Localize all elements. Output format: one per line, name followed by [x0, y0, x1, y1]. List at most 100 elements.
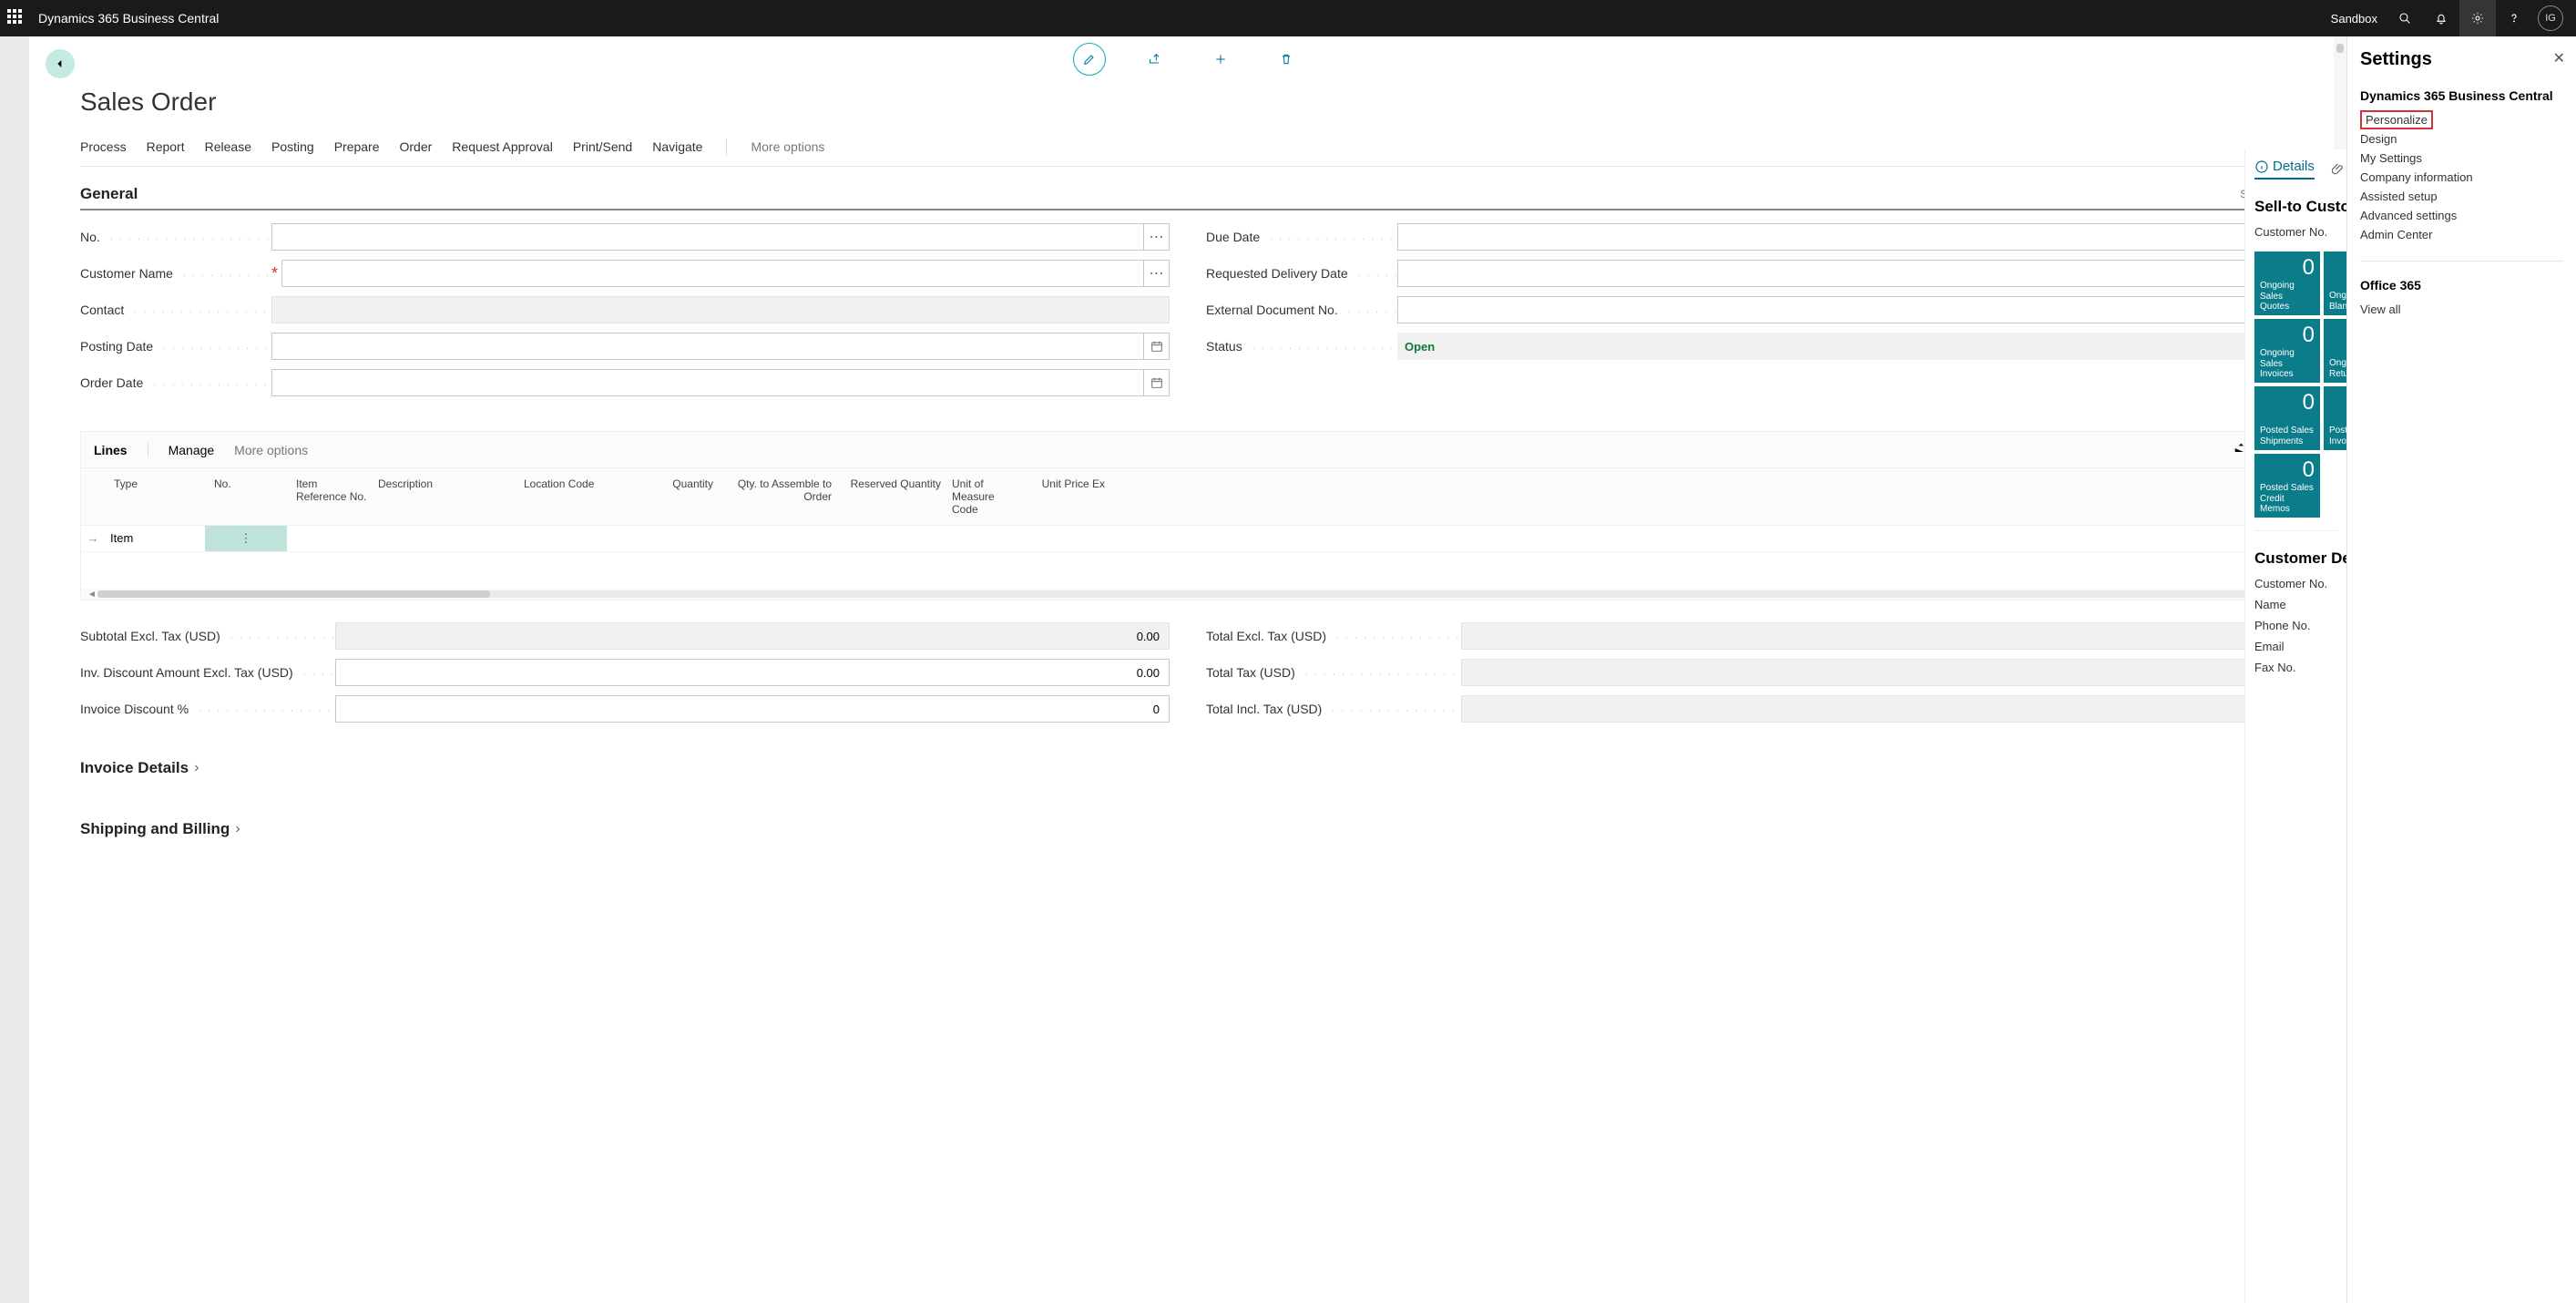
- factbox-tab-attachments[interactable]: At: [2331, 161, 2346, 177]
- settings-link-design[interactable]: Design: [2360, 129, 2563, 149]
- cmd-navigate[interactable]: Navigate: [652, 139, 702, 154]
- cmd-prepare[interactable]: Prepare: [334, 139, 380, 154]
- back-button[interactable]: [46, 49, 75, 78]
- input-posting-date[interactable]: [271, 333, 1144, 360]
- calendar-icon[interactable]: [1144, 369, 1170, 396]
- cmd-more-options[interactable]: More options: [751, 139, 824, 154]
- settings-link-advanced[interactable]: Advanced settings: [2360, 206, 2563, 225]
- input-inv-disc-pct[interactable]: [335, 695, 1170, 723]
- cmd-process[interactable]: Process: [80, 139, 127, 154]
- app-launcher-icon[interactable]: [7, 9, 26, 27]
- section-general-title[interactable]: General: [80, 185, 138, 203]
- calendar-icon[interactable]: [1144, 333, 1170, 360]
- cell-qty-assemble[interactable]: [715, 526, 833, 551]
- fb-field: Name: [2254, 598, 2337, 611]
- cmd-posting[interactable]: Posting: [271, 139, 314, 154]
- cmd-order[interactable]: Order: [400, 139, 433, 154]
- lines-row[interactable]: → Item ⋮: [81, 526, 2295, 552]
- cell-location[interactable]: [515, 526, 642, 551]
- share-icon[interactable]: [1139, 43, 1171, 76]
- col-quantity[interactable]: Quantity: [646, 474, 719, 519]
- delete-icon[interactable]: [1270, 43, 1303, 76]
- col-no[interactable]: No.: [209, 474, 291, 519]
- user-avatar[interactable]: IG: [2538, 5, 2563, 31]
- input-order-date[interactable]: [271, 369, 1144, 396]
- factbox-customer-details-heading[interactable]: Customer Details: [2254, 549, 2337, 568]
- separator: [726, 139, 727, 155]
- lines-hscrollbar[interactable]: ◄►: [81, 589, 2295, 600]
- close-icon[interactable]: ✕: [2553, 49, 2565, 67]
- settings-link-personalize[interactable]: Personalize: [2360, 110, 2433, 129]
- product-brand[interactable]: Dynamics 365 Business Central: [38, 11, 219, 26]
- tile-posted-credit-memos[interactable]: 0Posted Sales Credit Memos: [2254, 454, 2320, 518]
- col-description[interactable]: Description: [373, 474, 518, 519]
- command-bar: Process Report Release Posting Prepare O…: [80, 133, 2295, 167]
- col-location[interactable]: Location Code: [518, 474, 646, 519]
- edit-button[interactable]: [1073, 43, 1106, 76]
- input-due-date[interactable]: [1397, 223, 2270, 251]
- cell-item-ref[interactable]: [287, 526, 369, 551]
- section-general-header: General Show more: [80, 174, 2295, 210]
- tile-ongoing-blanket[interactable]: Ongoin Blanket: [2324, 251, 2346, 315]
- col-uom[interactable]: Unit of Measure Code: [946, 474, 1028, 519]
- invoice-details-title: Invoice Details: [80, 759, 189, 777]
- label-inv-disc-pct: Invoice Discount %: [80, 702, 335, 716]
- input-inv-disc-amt[interactable]: [335, 659, 1170, 686]
- settings-link-admin-center[interactable]: Admin Center: [2360, 225, 2563, 244]
- help-icon[interactable]: [2496, 0, 2532, 36]
- cmd-report[interactable]: Report: [147, 139, 185, 154]
- cell-description[interactable]: [369, 526, 515, 551]
- tile-ongoing-return[interactable]: Ongoin Return: [2324, 319, 2346, 383]
- tile-ongoing-quotes[interactable]: 0Ongoing Sales Quotes: [2254, 251, 2320, 315]
- page-card: Sales Order Process Report Release Posti…: [29, 36, 2346, 1303]
- cmd-release[interactable]: Release: [205, 139, 251, 154]
- lookup-customer-icon[interactable]: ⋯: [1144, 260, 1170, 287]
- col-type[interactable]: Type: [108, 474, 209, 519]
- section-invoice-details[interactable]: Invoice Details › No: [80, 732, 2295, 784]
- label-req-delivery: Requested Delivery Date: [1206, 266, 1397, 281]
- tile-posted-shipments[interactable]: 0Posted Sales Shipments: [2254, 386, 2320, 450]
- label-total-incl: Total Incl. Tax (USD): [1206, 702, 1461, 716]
- row-menu-icon[interactable]: ⋮: [205, 526, 287, 551]
- lines-manage[interactable]: Manage: [169, 443, 215, 457]
- cell-quantity[interactable]: [642, 526, 715, 551]
- new-icon[interactable]: [1204, 43, 1237, 76]
- input-ext-doc-no[interactable]: [1397, 296, 2295, 323]
- cmd-request-approval[interactable]: Request Approval: [452, 139, 553, 154]
- tile-ongoing-invoices[interactable]: 0Ongoing Sales Invoices: [2254, 319, 2320, 383]
- col-reserved[interactable]: Reserved Quantity: [837, 474, 946, 519]
- settings-link-view-all[interactable]: View all: [2360, 300, 2563, 319]
- cell-uom[interactable]: [943, 526, 1025, 551]
- factbox-tab-details[interactable]: Details: [2254, 159, 2315, 180]
- settings-icon[interactable]: [2459, 0, 2496, 36]
- col-item-ref[interactable]: Item Reference No.: [291, 474, 373, 519]
- col-unit-price[interactable]: Unit Price Ex: [1028, 474, 1110, 519]
- section-shipping-billing[interactable]: Shipping and Billing ›: [80, 784, 2295, 844]
- value-subtotal: [335, 622, 1170, 650]
- lines-title[interactable]: Lines: [94, 443, 128, 457]
- notifications-icon[interactable]: [2423, 0, 2459, 36]
- settings-link-my-settings[interactable]: My Settings: [2360, 149, 2563, 168]
- input-req-delivery[interactable]: [1397, 260, 2270, 287]
- fb-field: Email: [2254, 640, 2337, 653]
- search-icon[interactable]: [2387, 0, 2423, 36]
- col-qty-assemble[interactable]: Qty. to Assemble to Order: [719, 474, 837, 519]
- factbox-customer-no-label: Customer No.: [2254, 225, 2337, 239]
- input-contact[interactable]: [271, 296, 1170, 323]
- label-total-excl: Total Excl. Tax (USD): [1206, 629, 1461, 643]
- cell-unit-price[interactable]: [1025, 526, 1107, 551]
- tile-posted-invoice[interactable]: Posted Invoice: [2324, 386, 2346, 450]
- input-no[interactable]: [271, 223, 1144, 251]
- factbox-sellto-heading[interactable]: Sell-to Customer: [2254, 198, 2337, 216]
- label-no: No.: [80, 230, 271, 244]
- cell-reserved[interactable]: [833, 526, 943, 551]
- settings-link-company-info[interactable]: Company information: [2360, 168, 2563, 187]
- cell-type[interactable]: Item: [105, 526, 205, 551]
- input-customer-name[interactable]: [281, 260, 1144, 287]
- lookup-no-icon[interactable]: ⋯: [1144, 223, 1170, 251]
- label-subtotal: Subtotal Excl. Tax (USD): [80, 629, 335, 643]
- cmd-print-send[interactable]: Print/Send: [573, 139, 632, 154]
- page-action-bar: [29, 36, 2346, 82]
- lines-more[interactable]: More options: [234, 443, 308, 457]
- settings-link-assisted-setup[interactable]: Assisted setup: [2360, 187, 2563, 206]
